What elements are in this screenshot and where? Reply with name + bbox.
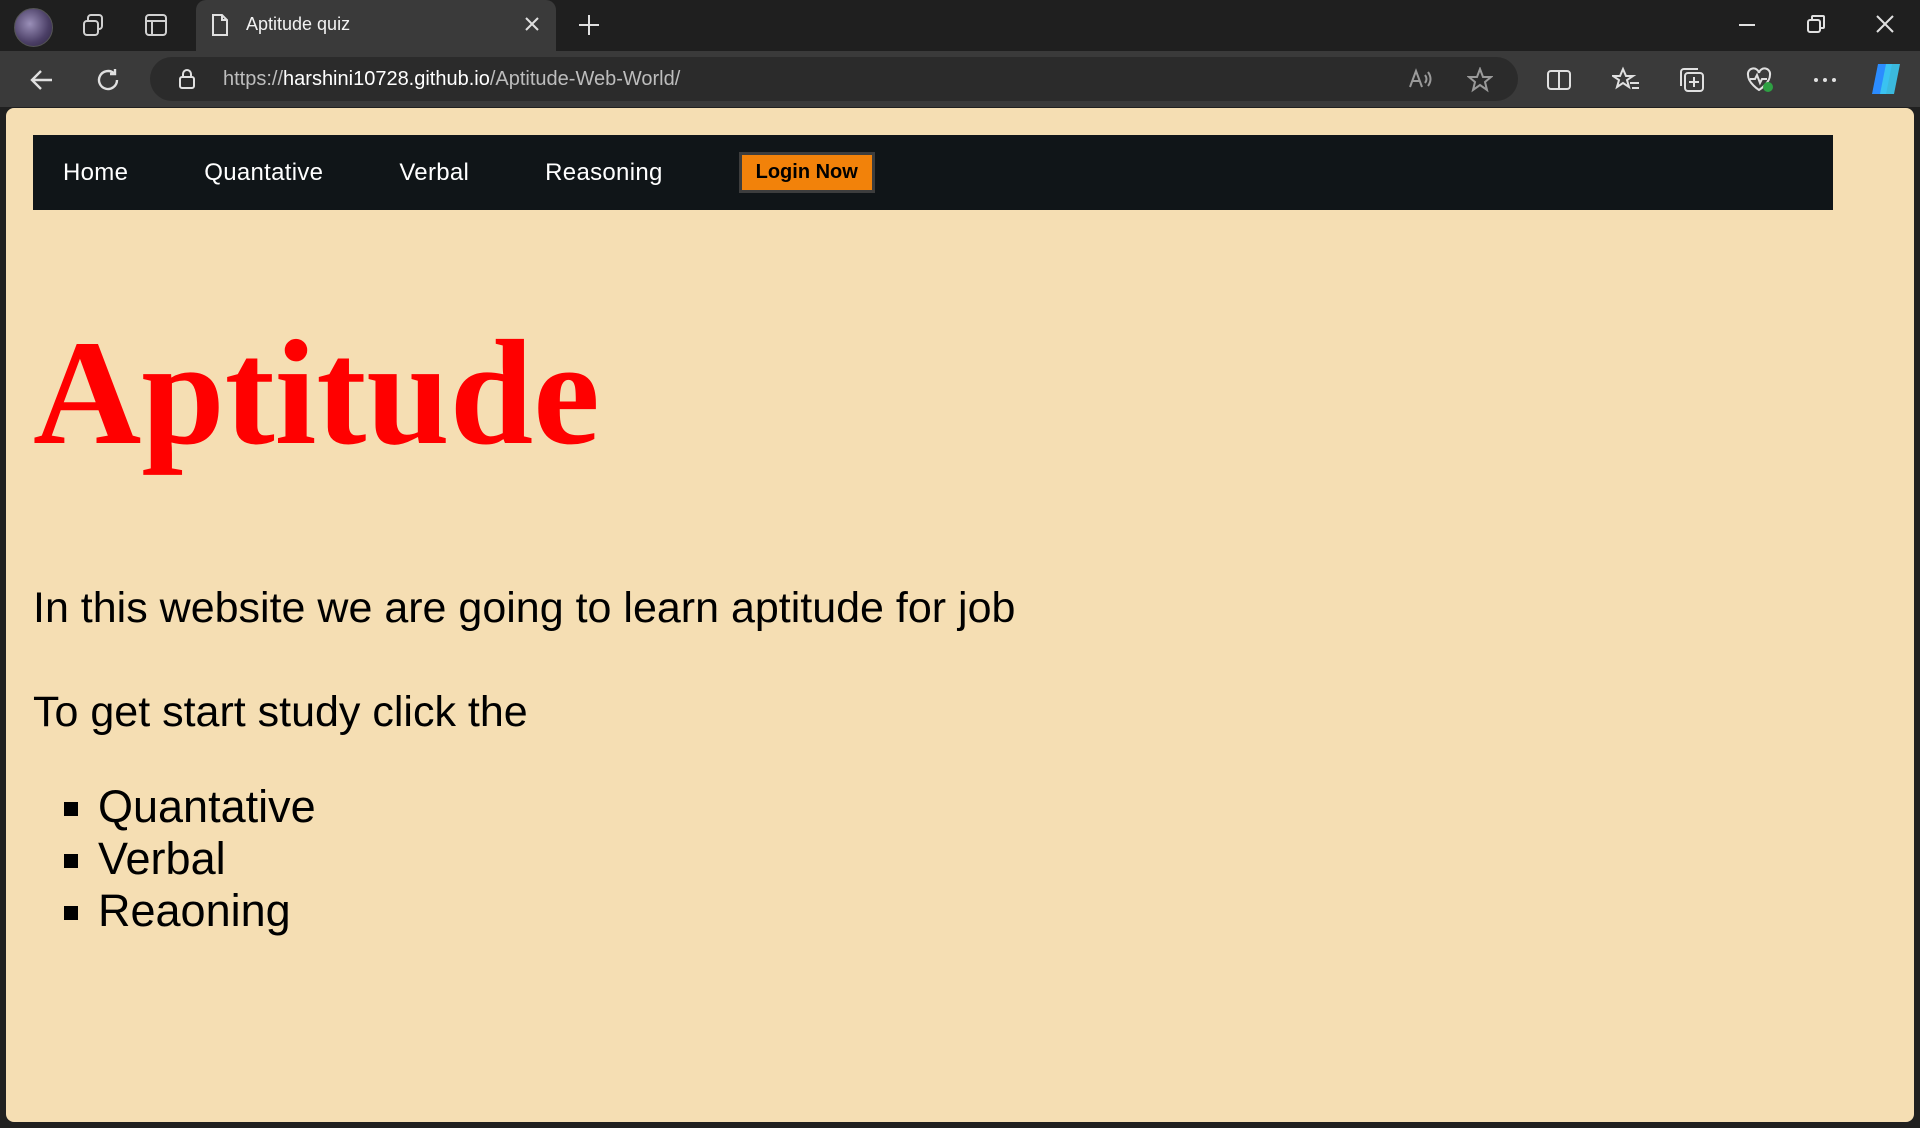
browser-toolbar: https://harshini10728.github.io/Aptitude… [0, 51, 1920, 107]
tab-actions-icon[interactable] [143, 12, 169, 43]
split-screen-icon[interactable] [1545, 66, 1573, 99]
topic-list: Quantative Verbal Reaoning [33, 781, 316, 937]
web-page: Home Quantative Verbal Reasoning Login N… [6, 108, 1914, 1122]
minimize-icon[interactable] [1735, 12, 1759, 41]
nav-reasoning-link[interactable]: Reasoning [545, 159, 662, 187]
page-icon [210, 13, 230, 42]
read-aloud-icon[interactable] [1407, 67, 1433, 96]
collections-icon[interactable] [1678, 66, 1706, 99]
list-item: Quantative [98, 781, 316, 833]
nav-verbal-link[interactable]: Verbal [399, 159, 469, 187]
close-window-icon[interactable] [1873, 12, 1897, 41]
more-options-icon[interactable] [1811, 66, 1839, 99]
workspaces-icon[interactable] [80, 12, 106, 43]
url-text[interactable]: https://harshini10728.github.io/Aptitude… [223, 68, 680, 91]
site-navbar: Home Quantative Verbal Reasoning Login N… [33, 135, 1833, 210]
intro-text: In this website we are going to learn ap… [33, 584, 1016, 632]
active-tab[interactable]: Aptitude quiz [196, 0, 556, 51]
list-item: Verbal [98, 833, 316, 885]
copilot-icon[interactable] [1868, 62, 1906, 101]
close-tab-icon[interactable] [522, 14, 542, 39]
page-title: Aptitude [33, 310, 600, 476]
favorites-icon[interactable] [1609, 66, 1640, 99]
restore-icon[interactable] [1804, 12, 1828, 41]
browser-tab-bar: Aptitude quiz [0, 0, 1920, 51]
address-bar[interactable]: https://harshini10728.github.io/Aptitude… [150, 57, 1518, 101]
start-text: To get start study click the [33, 688, 528, 736]
profile-avatar[interactable] [14, 8, 53, 47]
back-icon[interactable] [28, 66, 56, 99]
browser-essentials-icon[interactable] [1745, 66, 1775, 99]
tab-title: Aptitude quiz [246, 14, 351, 34]
favorite-star-icon[interactable] [1466, 66, 1494, 98]
nav-home-link[interactable]: Home [63, 159, 128, 187]
new-tab-icon[interactable] [576, 12, 602, 43]
list-item: Reaoning [98, 885, 316, 937]
nav-quantative-link[interactable]: Quantative [204, 159, 323, 187]
login-now-button[interactable]: Login Now [738, 152, 875, 193]
lock-icon[interactable] [177, 68, 197, 95]
refresh-icon[interactable] [94, 66, 122, 99]
